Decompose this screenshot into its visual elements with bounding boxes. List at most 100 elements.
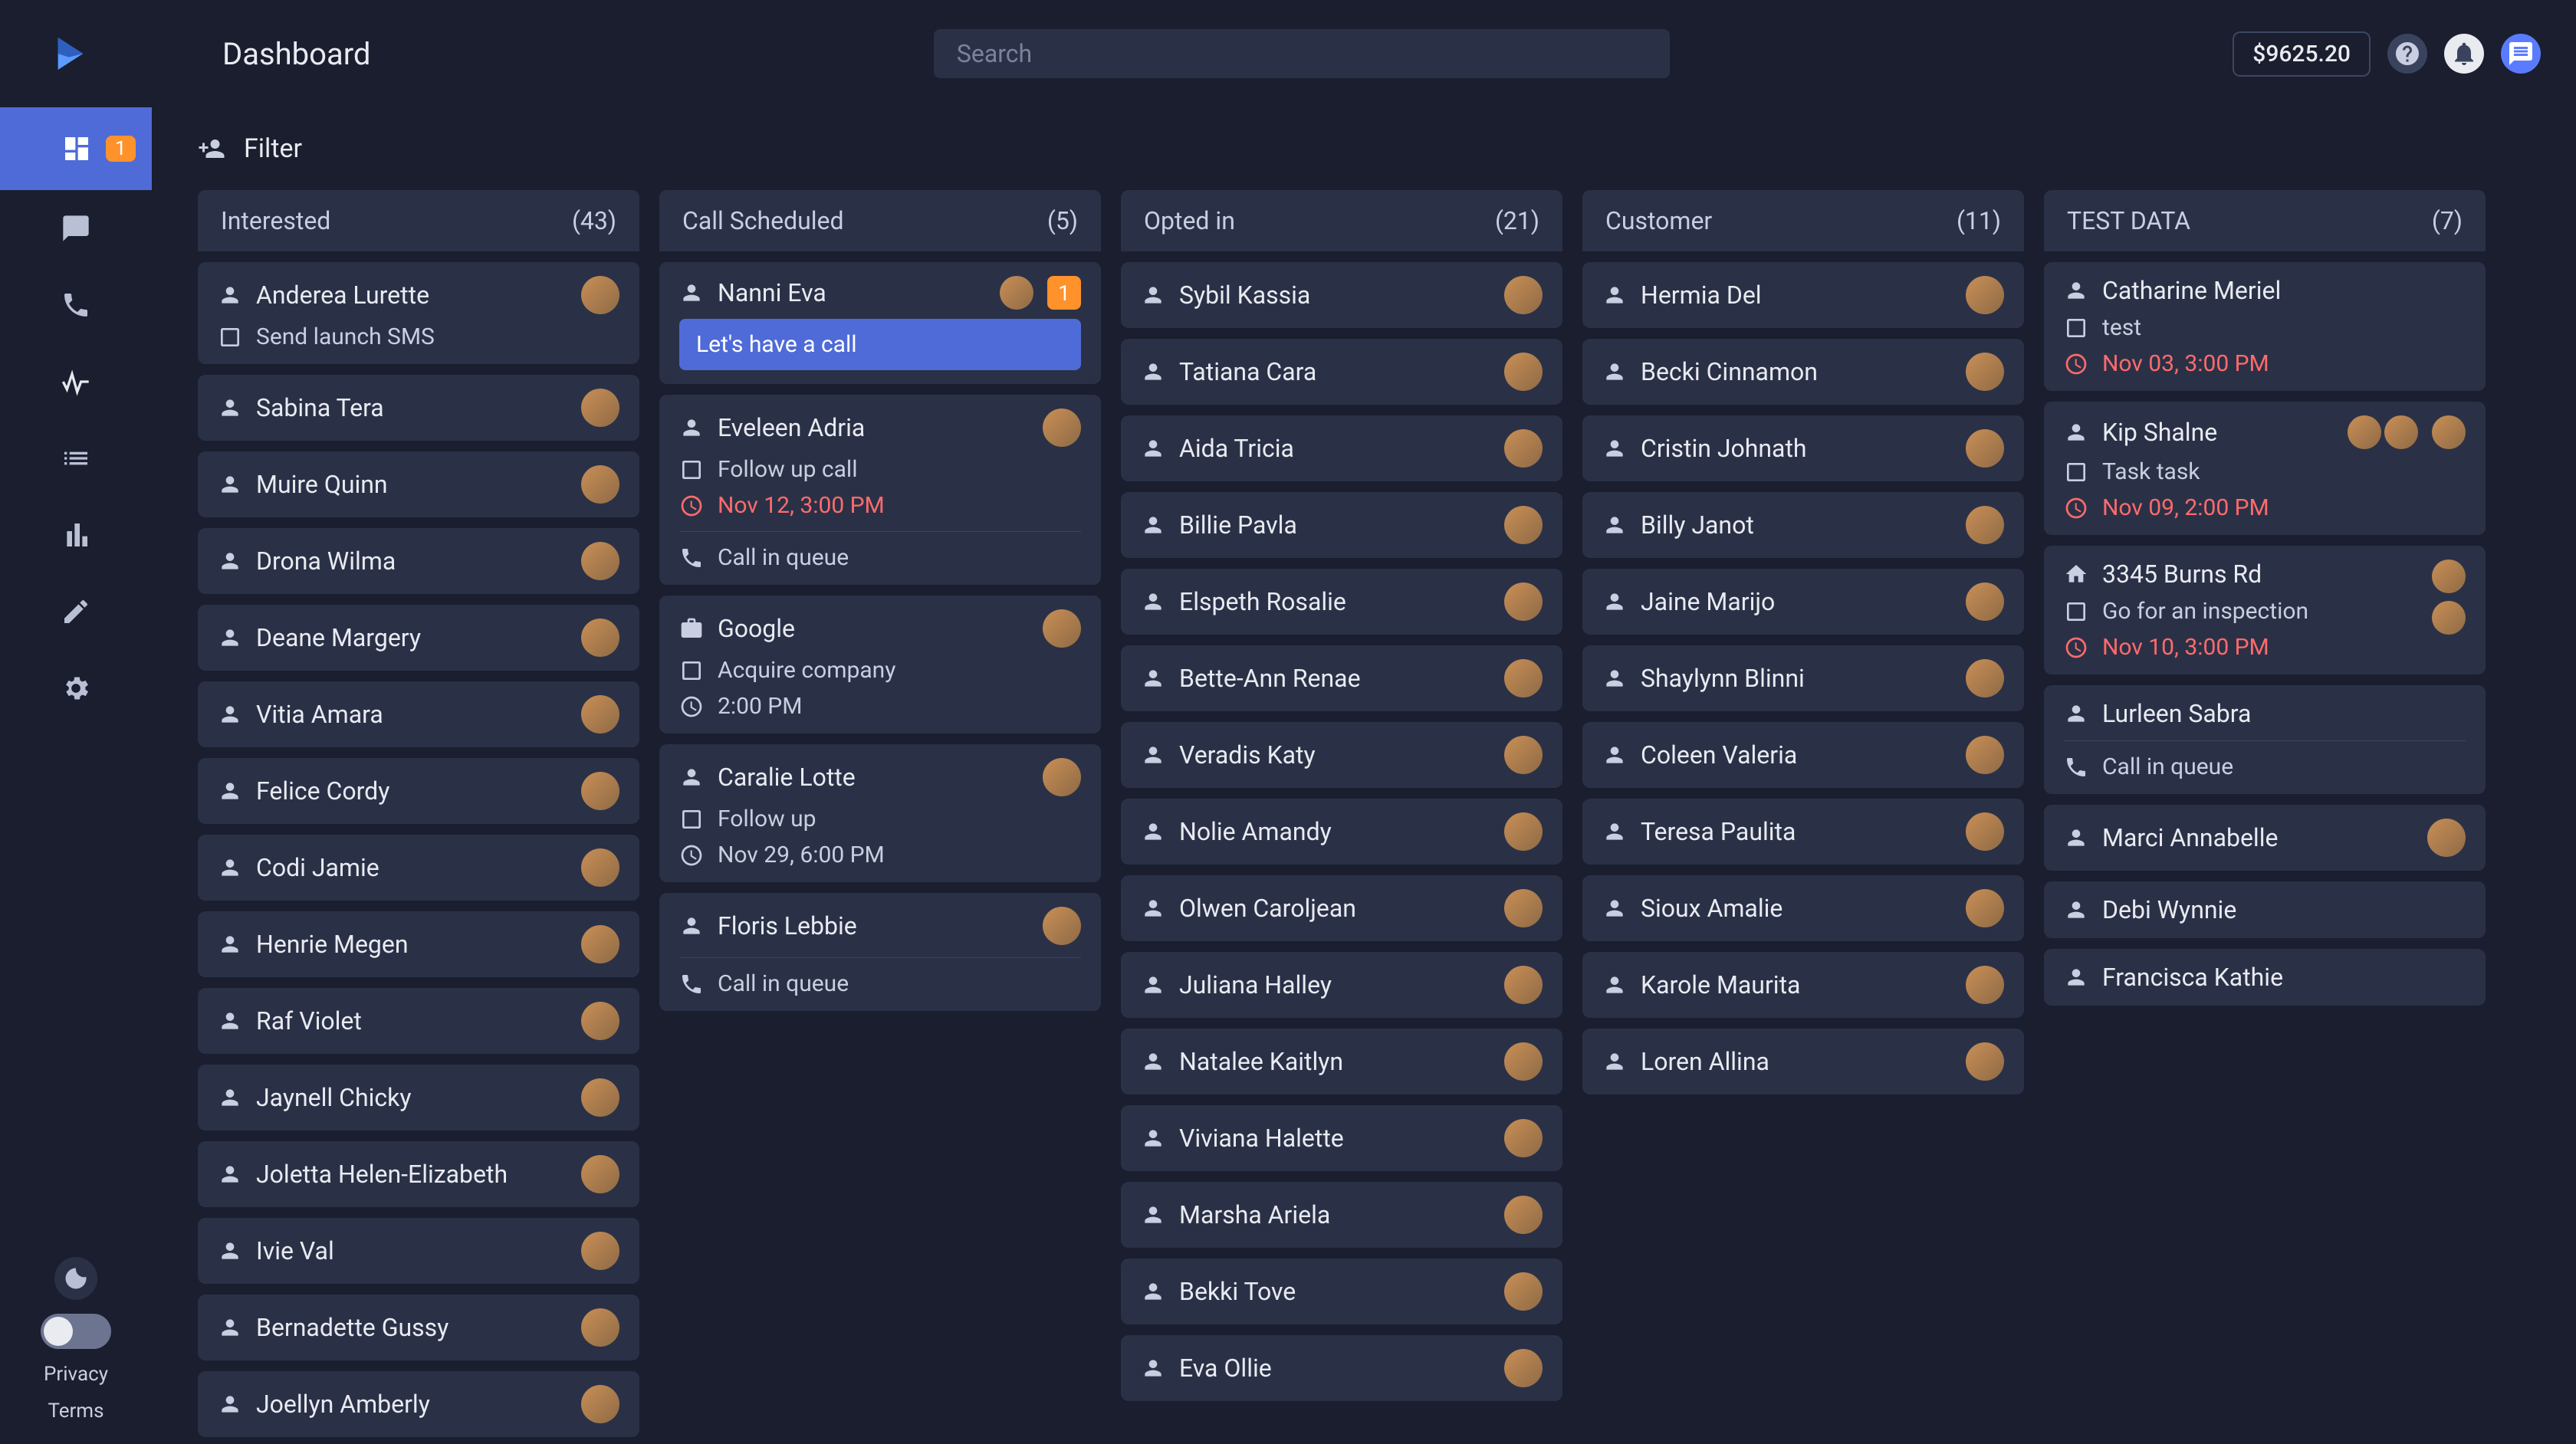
card-name: Veradis Katy [1179, 740, 1490, 770]
sidebar: 1 Privacy Terms [0, 107, 152, 1444]
person-icon [1141, 666, 1165, 691]
card[interactable]: Teresa Paulita [1582, 799, 2024, 865]
card[interactable]: Henrie Megen [198, 911, 639, 977]
card[interactable]: Tatiana Cara [1121, 339, 1562, 405]
clock-icon [2064, 352, 2088, 376]
nav-reports[interactable] [38, 497, 114, 573]
card[interactable]: 3345 Burns RdGo for an inspectionNov 10,… [2044, 546, 2486, 674]
nav-activity[interactable] [38, 343, 114, 420]
card-name: Sabina Tera [256, 393, 567, 422]
person-icon [218, 779, 242, 803]
card[interactable]: Catharine MerieltestNov 03, 3:00 PM [2044, 262, 2486, 391]
card-action[interactable]: Call in queue [2064, 753, 2466, 780]
card[interactable]: Drona Wilma [198, 528, 639, 594]
column-header[interactable]: Call Scheduled (5) [659, 190, 1101, 251]
avatar [1966, 966, 2004, 1004]
card[interactable]: Coleen Valeria [1582, 722, 2024, 788]
card[interactable]: Bernadette Gussy [198, 1295, 639, 1360]
card[interactable]: Viviana Halette [1121, 1105, 1562, 1171]
card[interactable]: Joletta Helen-Elizabeth [198, 1141, 639, 1207]
card[interactable]: Eveleen AdriaFollow up callNov 12, 3:00 … [659, 395, 1101, 585]
column-title: Opted in [1144, 206, 1235, 235]
card-name: Vitia Amara [256, 700, 567, 729]
card[interactable]: Eva Ollie [1121, 1335, 1562, 1401]
card-sub: Task task [2064, 458, 2418, 485]
card[interactable]: Bekki Tove [1121, 1259, 1562, 1324]
avatar [1504, 1349, 1543, 1387]
nav-list[interactable] [38, 420, 114, 497]
card[interactable]: Jaine Marijo [1582, 569, 2024, 635]
nav-calls[interactable] [38, 267, 114, 343]
card[interactable]: Debi Wynnie [2044, 881, 2486, 938]
card[interactable]: Sabina Tera [198, 375, 639, 441]
card[interactable]: Muire Quinn [198, 451, 639, 517]
card[interactable]: Becki Cinnamon [1582, 339, 2024, 405]
card[interactable]: Nolie Amandy [1121, 799, 1562, 865]
card[interactable]: Karole Maurita [1582, 952, 2024, 1018]
filter-button[interactable]: Filter [244, 133, 302, 164]
card[interactable]: Shaylynn Blinni [1582, 645, 2024, 711]
card[interactable]: Deane Margery [198, 605, 639, 671]
nav-settings[interactable] [38, 650, 114, 727]
privacy-link[interactable]: Privacy [44, 1363, 108, 1386]
card[interactable]: Caralie LotteFollow upNov 29, 6:00 PM [659, 744, 1101, 882]
nav-edit[interactable] [38, 573, 114, 650]
card[interactable]: Veradis Katy [1121, 722, 1562, 788]
column-header[interactable]: TEST DATA (7) [2044, 190, 2486, 251]
terms-link[interactable]: Terms [48, 1400, 104, 1423]
card[interactable]: Anderea LuretteSend launch SMS [198, 262, 639, 364]
card[interactable]: Natalee Kaitlyn [1121, 1029, 1562, 1094]
card-name: Anderea Lurette [256, 281, 567, 310]
card[interactable]: Hermia Del [1582, 262, 2024, 328]
notifications-button[interactable] [2444, 34, 2484, 74]
theme-toggle[interactable] [41, 1314, 111, 1349]
card[interactable]: Codi Jamie [198, 835, 639, 901]
card[interactable]: Vitia Amara [198, 681, 639, 747]
search-input[interactable] [934, 29, 1670, 78]
card-name: Sybil Kassia [1179, 281, 1490, 310]
column-header[interactable]: Interested (43) [198, 190, 639, 251]
card[interactable]: Bette-Ann Renae [1121, 645, 1562, 711]
card[interactable]: Sioux Amalie [1582, 875, 2024, 941]
card[interactable]: Nanni Eva1Let's have a call [659, 262, 1101, 384]
card[interactable]: Elspeth Rosalie [1121, 569, 1562, 635]
card[interactable]: Lurleen SabraCall in queue [2044, 685, 2486, 794]
card[interactable]: Marci Annabelle [2044, 805, 2486, 871]
card[interactable]: Francisca Kathie [2044, 949, 2486, 1006]
card[interactable]: Ivie Val [198, 1218, 639, 1284]
card[interactable]: Aida Tricia [1121, 415, 1562, 481]
card[interactable]: Joellyn Amberly [198, 1371, 639, 1437]
column-header[interactable]: Opted in (21) [1121, 190, 1562, 251]
card[interactable]: Sybil Kassia [1121, 262, 1562, 328]
square-icon [679, 807, 704, 832]
card[interactable]: Kip ShalneTask taskNov 09, 2:00 PM [2044, 402, 2486, 535]
card[interactable]: Marsha Ariela [1121, 1182, 1562, 1248]
card[interactable]: Felice Cordy [198, 758, 639, 824]
card-action[interactable]: Call in queue [679, 970, 1081, 997]
help-button[interactable] [2387, 34, 2427, 74]
card[interactable]: Billie Pavla [1121, 492, 1562, 558]
column-header[interactable]: Customer (11) [1582, 190, 2024, 251]
person-icon [1141, 359, 1165, 384]
avatar [2432, 601, 2466, 635]
card[interactable]: Cristin Johnath [1582, 415, 2024, 481]
card[interactable]: Raf Violet [198, 988, 639, 1054]
nav-chat[interactable] [38, 190, 114, 267]
person-icon [1141, 896, 1165, 921]
nav-dashboard[interactable]: 1 [0, 107, 152, 190]
card-name: Billy Janot [1641, 510, 1952, 540]
card[interactable]: GoogleAcquire company2:00 PM [659, 596, 1101, 733]
avatar [1504, 276, 1543, 314]
add-person-icon[interactable] [198, 135, 225, 162]
card[interactable]: Loren Allina [1582, 1029, 2024, 1094]
card[interactable]: Olwen Caroljean [1121, 875, 1562, 941]
card-name: Francisca Kathie [2102, 963, 2466, 992]
card[interactable]: Floris LebbieCall in queue [659, 893, 1101, 1011]
card[interactable]: Jaynell Chicky [198, 1065, 639, 1131]
balance-display[interactable]: $9625.20 [2233, 31, 2371, 77]
card[interactable]: Billy Janot [1582, 492, 2024, 558]
messages-button[interactable] [2501, 34, 2541, 74]
card-action[interactable]: Call in queue [679, 544, 1081, 571]
card-name: Teresa Paulita [1641, 817, 1952, 846]
card[interactable]: Juliana Halley [1121, 952, 1562, 1018]
